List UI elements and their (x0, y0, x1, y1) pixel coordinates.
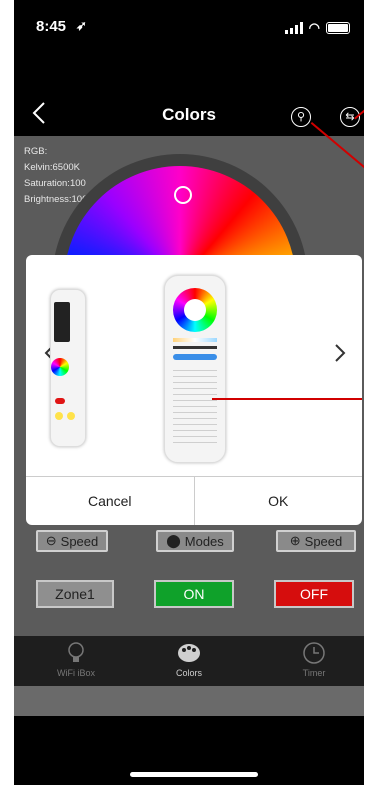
color-picker-handle[interactable] (174, 186, 192, 204)
wifi-icon: ◠ (308, 20, 320, 35)
battery-icon (326, 22, 350, 34)
next-remote-button[interactable] (334, 343, 346, 369)
modes-button[interactable]: ⬤ Modes (156, 530, 234, 552)
link-icon: ⚲ (296, 111, 306, 123)
tab-colors[interactable]: Colors (149, 640, 229, 678)
status-time: 8:45 (36, 18, 67, 35)
phone-screen: 8:45 ➶ ◠ Colors ⚲ ⇆ RGB: Kelvin:6500K Sa… (14, 0, 364, 785)
remote-yellow-button (55, 412, 63, 420)
tab-wifi-ibox[interactable]: WiFi iBox (36, 640, 116, 678)
link-button[interactable]: ⚲ (291, 107, 311, 127)
palette-icon (178, 644, 200, 662)
remote-cct-bar (173, 338, 217, 342)
status-bar: 8:45 ➶ ◠ (36, 18, 350, 40)
kelvin-label: Kelvin:6500K (24, 162, 80, 173)
modes-icon: ⬤ (166, 533, 181, 548)
minus-circle-icon: ⊖ (45, 533, 57, 548)
remote-screen (54, 302, 70, 342)
tab-timer-label: Timer (302, 668, 326, 678)
cancel-button[interactable]: Cancel (26, 477, 194, 525)
remote-image-center (164, 275, 226, 463)
remote-ring-center (184, 299, 206, 321)
tab-bar: WiFi iBox Colors Timer (14, 636, 364, 686)
annotation-line (212, 398, 362, 400)
remote-blue-slider (173, 354, 217, 360)
lower-panel (14, 686, 364, 716)
nav-bar: Colors ⚲ ⇆ (14, 95, 364, 135)
rgb-label: RGB: (24, 146, 48, 157)
chevron-right-icon (335, 344, 346, 362)
speed-up-label: Speed (304, 533, 343, 549)
tab-wifi-ibox-label: WiFi iBox (57, 668, 95, 678)
signal-icon (284, 22, 303, 34)
remote-brightness-bar (173, 346, 217, 349)
color-info: RGB: Kelvin:6500K Saturation:100 Brightn… (24, 144, 87, 208)
clock-icon (303, 642, 325, 664)
saturation-label: Saturation:100 (24, 178, 86, 189)
plus-circle-icon: ⊕ (289, 533, 301, 548)
remote-yellow-button (67, 412, 75, 420)
remote-select-dialog: Cancel OK (26, 255, 362, 525)
bulb-icon (68, 642, 84, 662)
modes-label: Modes (184, 533, 224, 549)
remote-color-ring (51, 358, 69, 376)
tab-colors-label: Colors (175, 668, 202, 678)
ok-button[interactable]: OK (193, 477, 363, 525)
speed-down-button[interactable]: ⊖ Speed (36, 530, 108, 552)
off-button[interactable]: OFF (274, 580, 354, 608)
location-arrow-icon: ➶ (76, 18, 87, 33)
remote-image-left (50, 289, 86, 447)
speed-up-button[interactable]: ⊕ Speed (276, 530, 356, 552)
speed-down-label: Speed (60, 533, 99, 549)
home-indicator[interactable] (130, 772, 258, 777)
zone-button[interactable]: Zone1 (36, 580, 114, 608)
dialog-button-row: Cancel OK (26, 476, 362, 525)
on-button[interactable]: ON (154, 580, 234, 608)
remote-button-grid (173, 368, 217, 448)
remote-red-button (55, 398, 65, 404)
tab-timer[interactable]: Timer (274, 640, 354, 678)
